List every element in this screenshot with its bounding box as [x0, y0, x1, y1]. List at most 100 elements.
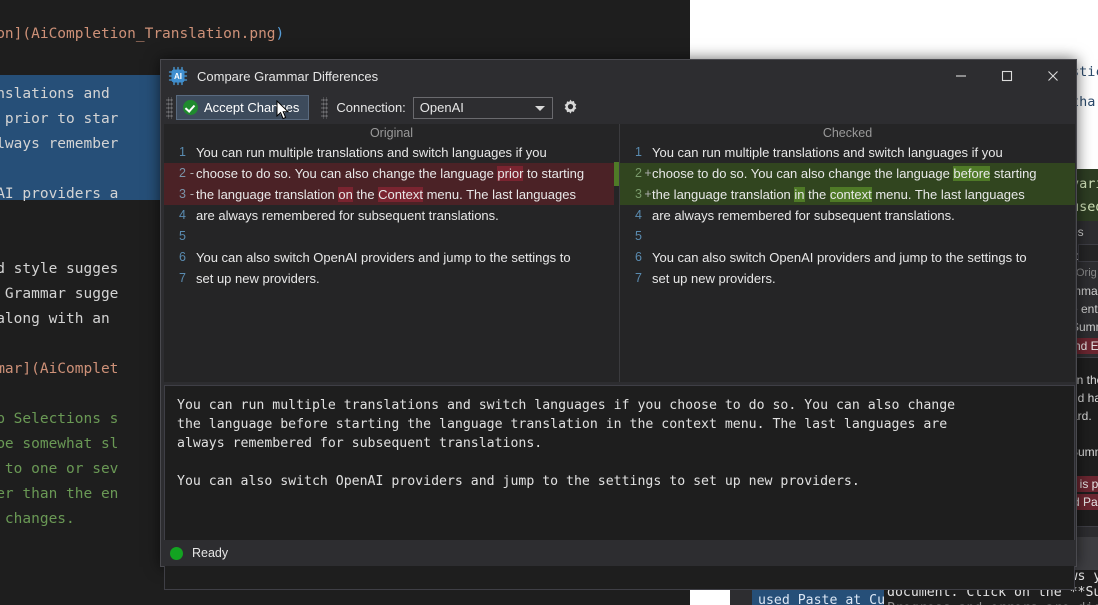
diff-sign: + [644, 166, 652, 180]
diff-text: You can run multiple translations and sw… [196, 145, 547, 160]
diff-row: 4 are always remembered for subsequent t… [620, 205, 1075, 226]
diff-header-original: Original [369, 126, 414, 140]
diff-text: are always remembered for subsequent tra… [196, 208, 499, 223]
screen: ation](AiCompletion_Translation.png) tra… [0, 0, 1098, 605]
compare-grammar-differences-dialog: AI Compare Grammar Differences Accept Ch… [160, 59, 1077, 590]
line-number: 2 [635, 166, 642, 180]
editor-line: de along with an [0, 307, 110, 332]
connection-value: OpenAI [419, 100, 464, 115]
diff-row: 1 You can run multiple translations and … [620, 142, 1075, 163]
editor-text: AiComplet [39, 361, 119, 377]
editor-line: the changes. [0, 507, 75, 532]
background-right-combobox[interactable] [1078, 244, 1098, 262]
line-number: 5 [635, 229, 642, 243]
diff-lines-checked: 1 You can run multiple translations and … [620, 142, 1075, 289]
diff-row: 5 [620, 226, 1075, 247]
editor-text: de along with an [0, 311, 110, 327]
diff-row: 5 [164, 226, 619, 247]
connection-select[interactable]: OpenAI [412, 96, 553, 119]
line-number: 7 [179, 271, 186, 285]
preview-spacer [177, 453, 1062, 472]
diff-row-added: 2 + choose to do so. You can also change… [620, 163, 1075, 184]
accept-changes-button[interactable]: Accept Changes [176, 95, 310, 120]
diff-row: 6 You can also switch OpenAI providers a… [164, 247, 619, 268]
line-number: 5 [179, 229, 186, 243]
check-circle-icon [183, 100, 198, 115]
diff-row: 7 set up new providers. [164, 268, 619, 289]
line-number: 3 [635, 187, 642, 201]
line-number: 4 [179, 208, 186, 222]
editor-text: translations and [0, 86, 110, 102]
editor-line: his to one or sev [0, 457, 119, 482]
line-number: 1 [179, 145, 186, 159]
chevron-down-icon [534, 105, 545, 111]
diff-pane-checked[interactable]: Checked 1 You can run multiple translati… [619, 124, 1075, 382]
diff-sign: + [644, 187, 652, 201]
diff-text: You can also switch OpenAI providers and… [196, 250, 571, 265]
diff-text: You can also switch OpenAI providers and… [652, 250, 1027, 265]
gear-icon[interactable] [562, 99, 579, 116]
line-number: 6 [179, 250, 186, 264]
editor-text: the changes. [4, 511, 75, 527]
ai-chip-icon: AI [168, 66, 188, 86]
dialog-titlebar[interactable]: AI Compare Grammar Differences [161, 60, 1076, 92]
connection-label: Connection: [336, 100, 406, 115]
editor-line: and style sugges [0, 257, 118, 282]
editor-text: Keep Selections s [0, 411, 119, 427]
editor-text: ation]( [0, 26, 32, 42]
diff-text: the language translation on the Context … [196, 187, 576, 202]
diff-header-checked: Checked [822, 126, 873, 140]
diff-row-deleted: 3 - the language translation on the Cont… [164, 184, 619, 205]
line-number: 6 [635, 250, 642, 264]
editor-text: age prior to star [4, 111, 119, 127]
window-controls [938, 60, 1076, 92]
editor-text: ather than the en [0, 486, 119, 502]
dialog-title: Compare Grammar Differences [197, 68, 379, 84]
line-number: 4 [635, 208, 642, 222]
diff-pane-original[interactable]: Original 1 You can run multiple translat… [164, 124, 619, 382]
editor-text: penAI providers a [0, 186, 119, 202]
accept-changes-label: Accept Changes [204, 100, 300, 115]
editor-line: rammar](AiComplet [0, 357, 118, 382]
editor-text: his to one or sev [4, 461, 119, 477]
diff-row-added: 3 + the language translation in the cont… [620, 184, 1075, 205]
editor-text: ing Grammar sugge [4, 286, 119, 302]
maximize-button[interactable] [984, 60, 1030, 92]
editor-line: to be somewhat sl [0, 432, 118, 457]
editor-text: AiCompletion_Translation.png [31, 26, 276, 42]
diff-row: 6 You can also switch OpenAI providers a… [620, 247, 1075, 268]
diff-text: are always remembered for subsequent tra… [652, 208, 955, 223]
bottom-editor-line: Progress and errors are dis [887, 599, 1098, 605]
status-text: Ready [192, 546, 229, 560]
diff-text: set up new providers. [196, 271, 320, 286]
diff-row-deleted: 2 - choose to do so. You can also change… [164, 163, 619, 184]
editor-line: e always remember [0, 132, 118, 157]
diff-sign: - [189, 187, 195, 201]
diff-row: 1 You can run multiple translations and … [164, 142, 619, 163]
editor-text: ) [275, 26, 285, 42]
diff-row: 4 are always remembered for subsequent t… [164, 205, 619, 226]
bottom-editor-line: used Paste at Cu [758, 593, 886, 605]
line-number: 3 [179, 187, 186, 201]
diff-compare-area: Original 1 You can run multiple translat… [164, 124, 1075, 382]
editor-line: translations and [0, 82, 110, 107]
editor-text: rammar]( [0, 361, 40, 377]
editor-line: ing Grammar sugge [0, 282, 119, 307]
toolbar-grip-handle-2[interactable] [321, 96, 329, 119]
diff-text: choose to do so. You can also change the… [196, 166, 585, 181]
minimize-button[interactable] [938, 60, 984, 92]
dialog-statusbar: Ready [161, 540, 1076, 566]
diff-text: choose to do so. You can also change the… [652, 166, 1037, 181]
editor-line: Keep Selections s [0, 407, 118, 432]
diff-text: the language translation in the context … [652, 187, 1025, 202]
diff-sign: - [189, 166, 195, 180]
editor-line: ather than the en [0, 482, 118, 507]
diff-text: set up new providers. [652, 271, 776, 286]
editor-line: penAI providers a [0, 182, 118, 207]
editor-line: ation](AiCompletion_Translation.png) [0, 22, 284, 47]
background-right-label: Orig [1076, 267, 1097, 279]
toolbar-grip-handle[interactable] [166, 96, 173, 119]
close-button[interactable] [1030, 60, 1076, 92]
status-indicator-icon [170, 546, 183, 560]
svg-text:AI: AI [174, 72, 182, 81]
